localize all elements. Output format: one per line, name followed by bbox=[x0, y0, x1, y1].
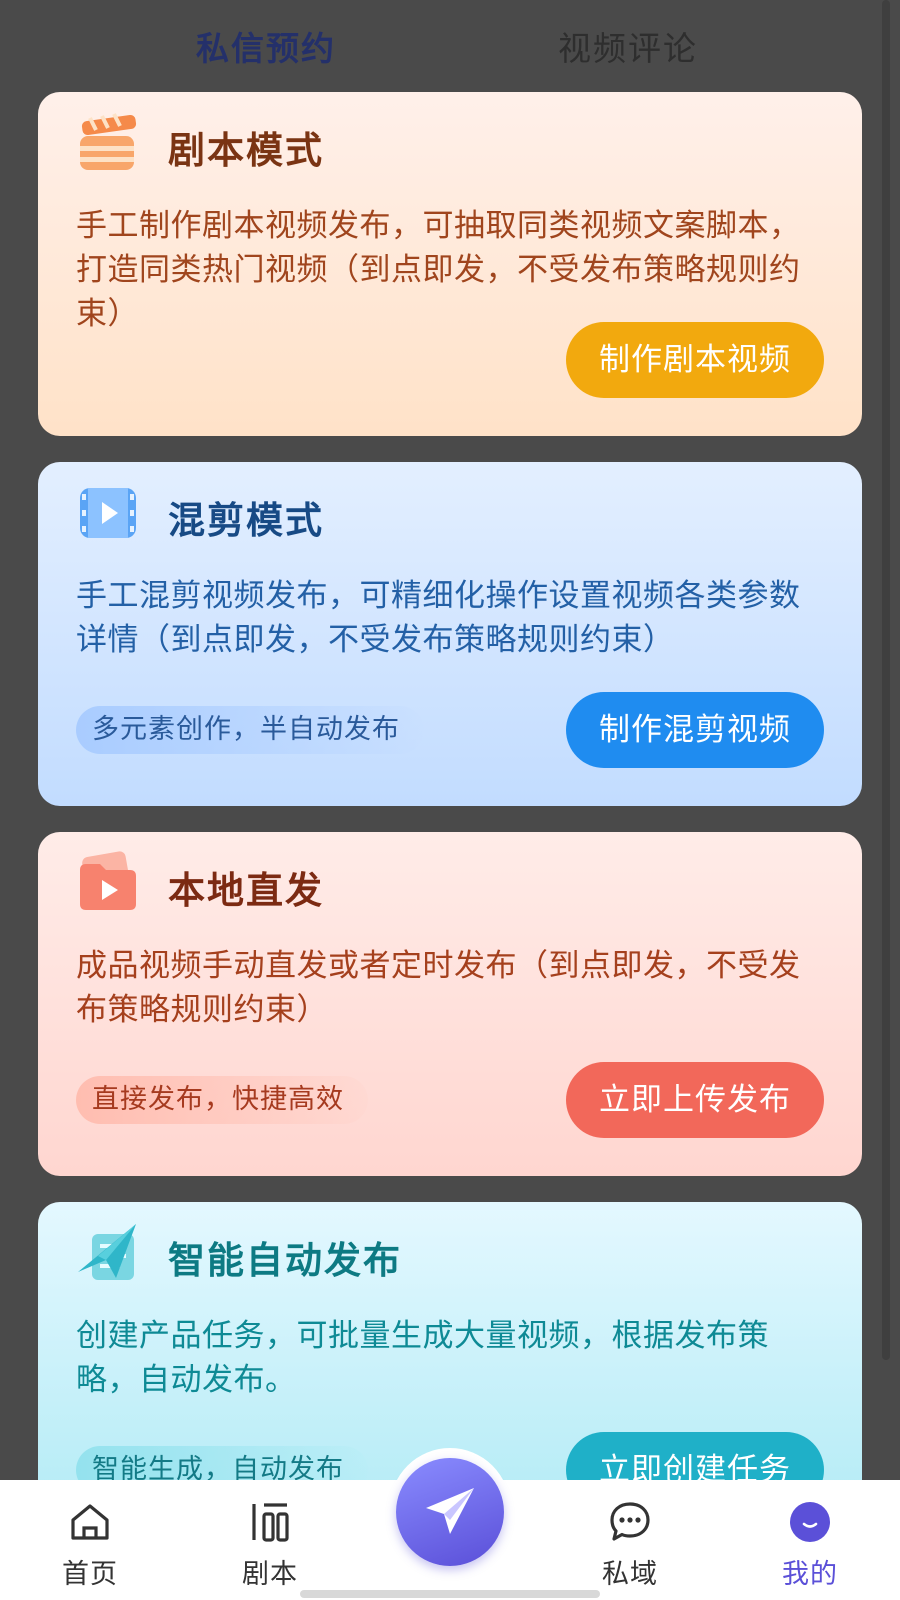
home-indicator[interactable] bbox=[300, 1590, 600, 1598]
paper-plane-doc-icon bbox=[78, 1224, 136, 1280]
card-description: 手工制作剧本视频发布，可抽取同类视频文案脚本，打造同类热门视频（到点即发，不受发… bbox=[76, 208, 801, 332]
card-title: 剧本模式 bbox=[168, 129, 324, 172]
nav-label-home: 首页 bbox=[62, 1559, 118, 1590]
card-description: 手工混剪视频发布，可精细化操作设置视频各类参数详情（到点即发，不受发布策略规则约… bbox=[76, 578, 801, 658]
make-remix-video-button[interactable]: 制作混剪视频 bbox=[566, 692, 824, 768]
script-layout-icon bbox=[252, 1503, 289, 1542]
nav-label-private-domain: 私域 bbox=[602, 1559, 658, 1590]
film-strip-icon bbox=[80, 488, 136, 538]
nav-item-home[interactable]: 首页 bbox=[30, 1480, 150, 1600]
publish-fab-button[interactable] bbox=[396, 1458, 504, 1566]
card-title: 混剪模式 bbox=[168, 499, 324, 542]
scrollbar[interactable] bbox=[882, 0, 890, 1360]
paper-plane-icon bbox=[426, 1488, 474, 1534]
folder-play-icon bbox=[80, 851, 136, 910]
make-script-video-button[interactable]: 制作剧本视频 bbox=[566, 322, 824, 398]
tab-private-message-booking[interactable]: 私信预约 bbox=[196, 22, 336, 70]
card-description: 成品视频手动直发或者定时发布（到点即发，不受发布策略规则约束） bbox=[76, 948, 801, 1028]
chat-bubble-icon bbox=[610, 1502, 650, 1541]
card-remix-mode: 混剪模式 手工混剪视频发布，可精细化操作设置视频各类参数详情（到点即发，不受发布… bbox=[38, 462, 862, 806]
feature-tag: 直接发布，快捷高效 bbox=[76, 1076, 368, 1124]
clapperboard-icon bbox=[80, 113, 137, 170]
nav-label-script: 剧本 bbox=[242, 1559, 298, 1590]
top-tab-bar: 私信预约 视频评论 bbox=[0, 0, 900, 92]
nav-item-script[interactable]: 剧本 bbox=[210, 1480, 330, 1600]
card-title: 本地直发 bbox=[168, 869, 324, 912]
nav-item-private-domain[interactable]: 私域 bbox=[570, 1480, 690, 1600]
home-icon bbox=[71, 1504, 109, 1540]
nav-item-mine[interactable]: 我的 bbox=[750, 1480, 870, 1600]
profile-smile-icon bbox=[790, 1502, 830, 1542]
card-title: 智能自动发布 bbox=[168, 1239, 402, 1282]
feature-tag: 多元素创作，半自动发布 bbox=[76, 706, 424, 754]
nav-label-mine: 我的 bbox=[782, 1559, 838, 1590]
card-local-direct-publish: 本地直发 成品视频手动直发或者定时发布（到点即发，不受发布策略规则约束） 直接发… bbox=[38, 832, 862, 1176]
upload-publish-button[interactable]: 立即上传发布 bbox=[566, 1062, 824, 1138]
card-description: 创建产品任务，可批量生成大量视频，根据发布策略，自动发布。 bbox=[76, 1318, 769, 1398]
card-script-mode: 剧本模式 手工制作剧本视频发布，可抽取同类视频文案脚本，打造同类热门视频（到点即… bbox=[38, 92, 862, 436]
tab-video-comments[interactable]: 视频评论 bbox=[558, 22, 698, 70]
